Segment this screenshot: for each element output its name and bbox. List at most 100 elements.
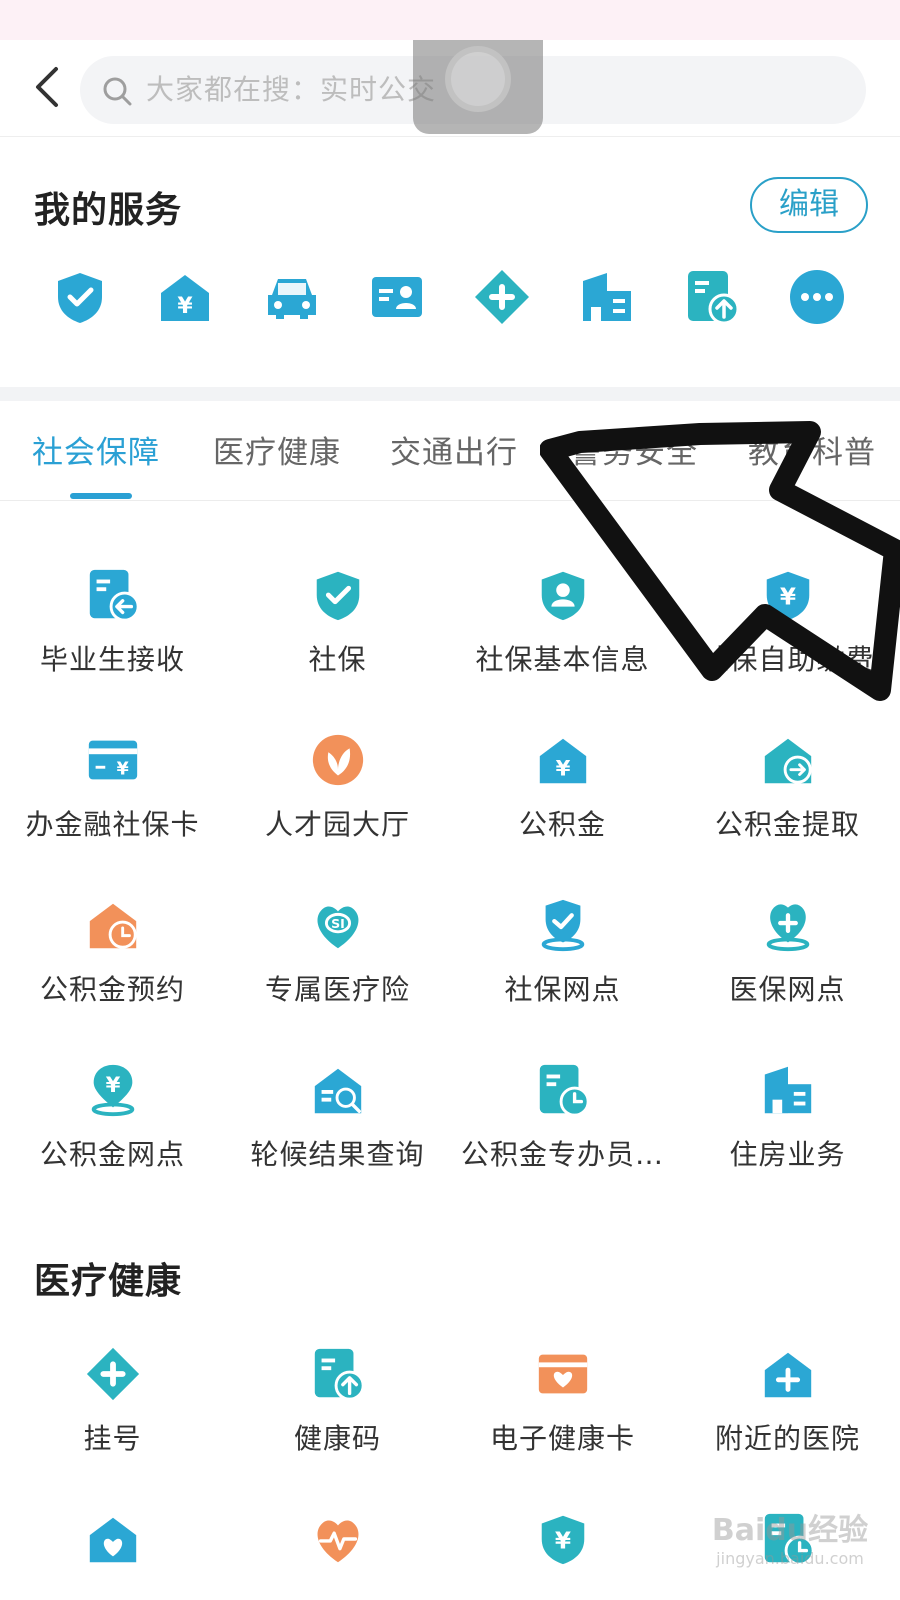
- svg-text:¥: ¥: [177, 294, 193, 319]
- svg-text:¥: ¥: [117, 760, 129, 780]
- id-card-icon[interactable]: [367, 267, 427, 327]
- heart-pulse-icon: [317, 1520, 359, 1563]
- medical-item-label: 电子健康卡: [489, 1422, 635, 1455]
- svg-text:¥: ¥: [106, 1073, 121, 1098]
- tab-transport[interactable]: 交通出行: [390, 427, 518, 472]
- search-icon: [103, 77, 132, 106]
- medical-item[interactable]: 电子健康卡: [450, 1345, 675, 1495]
- category-tabs: 社会保障 医疗健康 交通出行 警务安全 教育科普: [0, 401, 900, 501]
- document-clock-icon: [764, 1513, 815, 1566]
- active-tab-indicator: [70, 493, 132, 499]
- building-icon[interactable]: [577, 267, 637, 327]
- location-yuan-icon: ¥: [91, 1064, 135, 1117]
- medical-item[interactable]: 健康码: [225, 1345, 450, 1495]
- section-divider: [0, 387, 900, 401]
- document-upload-icon: [314, 1348, 365, 1401]
- car-icon[interactable]: [262, 267, 322, 327]
- social-security-item-label: 社保网点: [504, 973, 621, 1006]
- medical-item[interactable]: 挂号: [0, 1345, 225, 1495]
- medical-item-label: 挂号: [83, 1422, 142, 1455]
- social-security-item-label: 公积金网点: [39, 1138, 185, 1171]
- social-security-item[interactable]: 公积金专办员…: [450, 1061, 675, 1211]
- edit-button[interactable]: 编辑: [750, 177, 868, 233]
- social-security-item[interactable]: ¥ 办金融社保卡: [0, 731, 225, 881]
- social-security-item-label: 社保基本信息: [475, 643, 650, 676]
- medical-diamond-icon[interactable]: [472, 267, 532, 327]
- medical-item[interactable]: [225, 1510, 450, 1600]
- social-security-item[interactable]: 社保基本信息: [450, 566, 675, 716]
- svg-text:¥: ¥: [556, 756, 571, 781]
- search-placeholder: 大家都在搜：实时公交: [146, 73, 437, 106]
- house-arrow-icon: [764, 738, 812, 784]
- social-security-item-label: 毕业生接收: [39, 643, 185, 676]
- social-security-item[interactable]: 社保: [225, 566, 450, 716]
- house-plus-icon: [764, 1352, 812, 1398]
- social-security-item[interactable]: 医保网点: [675, 896, 900, 1046]
- social-security-item[interactable]: ¥ 公积金网点: [0, 1061, 225, 1211]
- house-yuan-icon: ¥: [539, 738, 587, 784]
- house-yuan-icon[interactable]: ¥: [155, 267, 215, 327]
- social-security-item-label: 人才园大厅: [264, 808, 410, 841]
- shield-yuan-icon: ¥: [541, 1515, 585, 1565]
- social-security-item-label: 公积金预约: [39, 973, 185, 1006]
- social-security-item-label: 轮候结果查询: [250, 1138, 425, 1171]
- shield-yuan-icon: ¥: [766, 571, 810, 621]
- medical-item[interactable]: [675, 1510, 900, 1600]
- location-shield-icon: [541, 899, 585, 952]
- my-services-section: 我的服务 编辑 ¥: [0, 137, 900, 387]
- medical-item[interactable]: [0, 1510, 225, 1600]
- document-receive-icon: [89, 569, 140, 622]
- document-clock-icon: [539, 1064, 590, 1117]
- svg-text:SI: SI: [331, 916, 345, 931]
- social-security-item[interactable]: ¥ 公积金: [450, 731, 675, 881]
- medical-item-label: 附近的医院: [714, 1422, 860, 1455]
- floating-assistive-button[interactable]: [413, 40, 543, 134]
- back-button[interactable]: [22, 62, 72, 112]
- social-security-item-label: 专属医疗险: [264, 973, 410, 1006]
- social-security-item[interactable]: 社保网点: [450, 896, 675, 1046]
- tab-police-security[interactable]: 警务安全: [570, 427, 698, 472]
- social-security-item[interactable]: 人才园大厅: [225, 731, 450, 881]
- social-security-item-label: 公积金提取: [714, 808, 860, 841]
- svg-text:¥: ¥: [780, 584, 796, 611]
- social-security-item-label: 社保自助缴费: [700, 643, 875, 676]
- heart-si-icon: SI: [317, 906, 359, 949]
- svg-text:¥: ¥: [555, 1528, 571, 1555]
- social-security-item[interactable]: 住房业务: [675, 1061, 900, 1211]
- medical-diamond-icon: [86, 1347, 140, 1401]
- social-security-item[interactable]: SI 专属医疗险: [225, 896, 450, 1046]
- medical-item-label: 健康码: [293, 1422, 381, 1455]
- leaf-icon: [312, 734, 364, 786]
- document-upload-icon[interactable]: [682, 267, 742, 327]
- shield-check-icon: [316, 571, 360, 621]
- tab-medical-health[interactable]: 医疗健康: [213, 427, 341, 472]
- status-bar: [0, 0, 900, 40]
- social-security-item-label: 社保: [308, 643, 367, 676]
- my-services-icons: ¥: [0, 267, 900, 337]
- shield-check-icon[interactable]: [50, 267, 110, 327]
- medical-item[interactable]: 附近的医院: [675, 1345, 900, 1495]
- back-arrow-icon: [36, 67, 58, 107]
- house-search-icon: [314, 1068, 362, 1114]
- social-security-item-label: 办金融社保卡: [25, 808, 200, 841]
- medical-item[interactable]: ¥: [450, 1510, 675, 1600]
- social-security-item-label: 公积金: [518, 808, 606, 841]
- section-title-medical: 医疗健康: [34, 1261, 183, 1302]
- section-title-my-services: 我的服务: [34, 190, 183, 231]
- building-icon: [764, 1066, 812, 1114]
- card-heart-icon: [538, 1354, 588, 1394]
- social-security-item[interactable]: 毕业生接收: [0, 566, 225, 716]
- card-yuan-icon: ¥: [88, 740, 138, 780]
- house-heart-icon: [89, 1517, 137, 1563]
- social-security-item[interactable]: 公积金预约: [0, 896, 225, 1046]
- shield-person-icon: [541, 571, 585, 621]
- house-clock-icon: [89, 903, 137, 949]
- tab-education[interactable]: 教育科普: [748, 427, 876, 472]
- social-security-item[interactable]: 轮候结果查询: [225, 1061, 450, 1211]
- social-security-item[interactable]: 公积金提取: [675, 731, 900, 881]
- social-security-item[interactable]: ¥ 社保自助缴费: [675, 566, 900, 716]
- location-heart-icon: [766, 904, 810, 952]
- tab-social-security[interactable]: 社会保障: [32, 427, 160, 472]
- more-icon[interactable]: [787, 267, 847, 327]
- social-security-item-label: 医保网点: [729, 973, 846, 1006]
